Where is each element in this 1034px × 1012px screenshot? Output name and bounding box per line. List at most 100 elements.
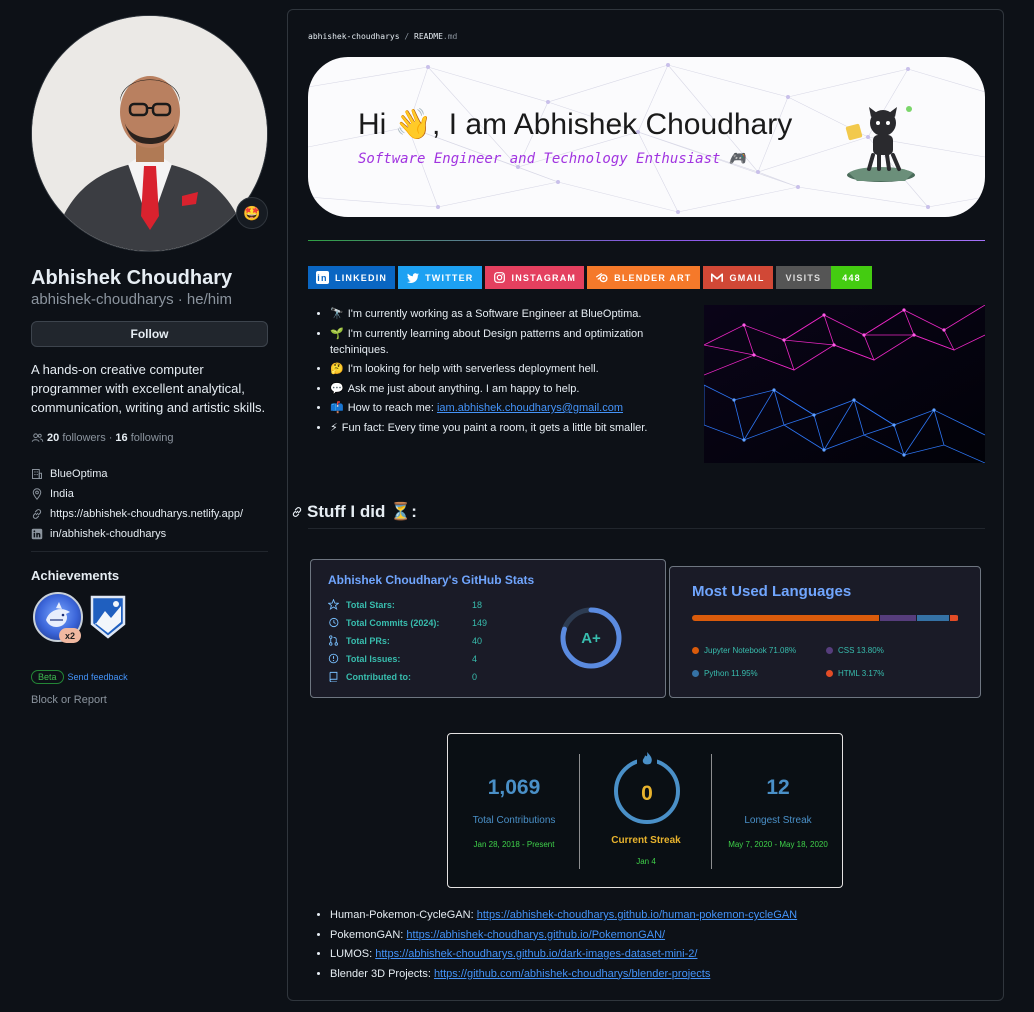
list-item: 🌱I'm currently learning about Design pat… [330,326,684,358]
total-contributions-range: Jan 28, 2018 - Present [473,840,555,849]
total-contributions-label: Total Contributions [472,815,556,826]
language-bar-segment [879,615,917,621]
followers-label: followers [62,432,106,444]
stat-row-commits: Total Commits (2024): 149 [328,617,487,628]
anchor-link-icon[interactable] [291,506,303,518]
instagram-icon [493,271,506,284]
list-item: Human-Pokemon-CycleGAN: https://abhishek… [330,907,797,923]
readme-path-user[interactable]: abhishek-choudharys [308,32,400,41]
list-item: PokemonGAN: https://abhishek-choudharys.… [330,927,797,943]
status-emoji: 🤩 [243,204,261,221]
organization-icon [32,469,42,479]
social-badges: in LINKEDIN TWITTER INSTAGRAM BLENDER AR… [308,266,872,289]
website-link[interactable]: https://abhishek-choudharys.netlify.app/ [50,508,243,520]
about-text: I'm currently working as a Software Engi… [347,308,642,320]
rank-ring: A+ [560,607,622,669]
mailbox-icon: 📫 [330,402,344,414]
gmail-badge[interactable]: GMAIL [702,266,773,289]
banner-title: Hi 👋, I am Abhishek Choudhary [358,108,793,141]
following-link[interactable]: 16 following [115,432,173,444]
follow-button[interactable]: Follow [31,321,268,347]
current-streak-label: Current Streak [611,835,681,846]
language-item: HTML 3.17% [826,669,884,678]
language-label: Jupyter Notebook 71.08% [704,646,797,655]
gmail-icon [711,271,724,284]
project-name: PokemonGAN: [330,928,407,941]
stats-separator: · [108,432,113,444]
list-item: 📫How to reach me: iam.abhishek.choudhary… [330,400,684,416]
readme-path-ext: .md [442,32,458,41]
stat-row-issues: Total Issues: 4 [328,653,477,664]
status-emoji-button[interactable]: 🤩 [236,197,268,229]
achievements-beta-row: Beta Send feedback [31,670,128,684]
list-item: 💬Ask me just about anything. I am happy … [330,381,684,397]
twitter-badge[interactable]: TWITTER [398,266,482,289]
github-stats-card: Abhishek Choudhary's GitHub Stats Total … [310,559,666,698]
lightning-icon: ⚡ [330,421,338,434]
stats-card-title: Abhishek Choudhary's GitHub Stats [328,573,535,587]
profile-name: Abhishek Choudhary [31,267,233,289]
network-mesh-image [704,305,985,463]
visits-badge: VISITS 448 [775,266,872,289]
stat-row-prs: Total PRs: 40 [328,635,482,646]
location-item: India [31,484,243,504]
followers-link[interactable]: 20 followers [47,432,106,444]
company-name: BlueOptima [50,468,108,480]
avatar[interactable] [31,15,268,252]
blender-art-badge[interactable]: BLENDER ART [587,266,700,289]
about-text: How to reach me: [347,402,437,414]
stat-value: 18 [472,599,483,610]
sidebar-divider [31,551,268,552]
current-streak-date: Jan 4 [636,857,656,866]
block-or-report-link[interactable]: Block or Report [31,694,107,706]
twitter-badge-label: TWITTER [425,272,474,283]
stat-row-stars: Total Stars: 18 [328,599,482,610]
linkedin-badge[interactable]: in LINKEDIN [308,266,396,289]
project-link[interactable]: https://abhishek-choudharys.github.io/hu… [477,909,797,921]
octocat-illustration [845,106,915,182]
stat-label: Total PRs: [346,635,390,646]
linkedin-badge-label: LINKEDIN [335,272,388,283]
link-icon [32,509,42,519]
arctic-code-vault-achievement-badge[interactable] [89,594,127,640]
language-dot [826,670,833,677]
stat-label: Contributed to: [346,671,411,682]
stat-row-contributed: Contributed to: 0 [328,671,477,682]
list-item: 🔭I'm currently working as a Software Eng… [330,306,684,322]
language-bar-segment [692,615,879,621]
email-link[interactable]: iam.abhishek.choudharys@gmail.com [437,402,623,414]
project-link[interactable]: https://abhishek-choudharys.github.io/da… [375,948,697,960]
history-icon [329,617,339,628]
language-label: Python 11.95% [704,669,758,678]
readme-path-file: README [414,32,443,41]
languages-card: Most Used Languages Jupyter Notebook 71.… [669,566,981,698]
visits-label: VISITS [775,266,832,289]
pull-request-icon [329,635,338,646]
current-streak-value: 0 [641,782,653,805]
total-contributions-value: 1,069 [487,776,541,799]
stat-value: 40 [472,635,483,646]
twitter-icon [406,271,419,284]
visits-count: 448 [831,266,872,289]
streak-divider [579,754,580,869]
language-dot [692,647,699,654]
language-dot [692,670,699,677]
project-name: Blender 3D Projects: [330,967,434,980]
rank-grade: A+ [581,630,601,647]
readme-banner: Hi 👋, I am Abhishek Choudhary Software E… [308,57,985,217]
telescope-icon: 🔭 [330,308,344,320]
project-link[interactable]: https://abhishek-choudharys.github.io/Po… [406,929,665,941]
readme-box: abhishek-choudharys / README.md Hi 👋, I … [287,9,1004,1001]
repo-icon [329,671,338,682]
language-dot [826,647,833,654]
profile-username: abhishek-choudharys · he/him [31,291,232,308]
project-link[interactable]: https://github.com/abhishek-choudharys/b… [434,968,710,980]
blender-icon [595,271,608,284]
current-streak-ring: 0 [614,751,680,824]
issue-icon [328,653,339,664]
instagram-badge[interactable]: INSTAGRAM [484,266,585,289]
send-feedback-link[interactable]: Send feedback [68,672,128,682]
linkedin-link[interactable]: in/abhishek-choudharys [50,528,166,540]
achievements-title: Achievements [31,568,120,583]
about-list: 🔭I'm currently working as a Software Eng… [314,306,684,439]
